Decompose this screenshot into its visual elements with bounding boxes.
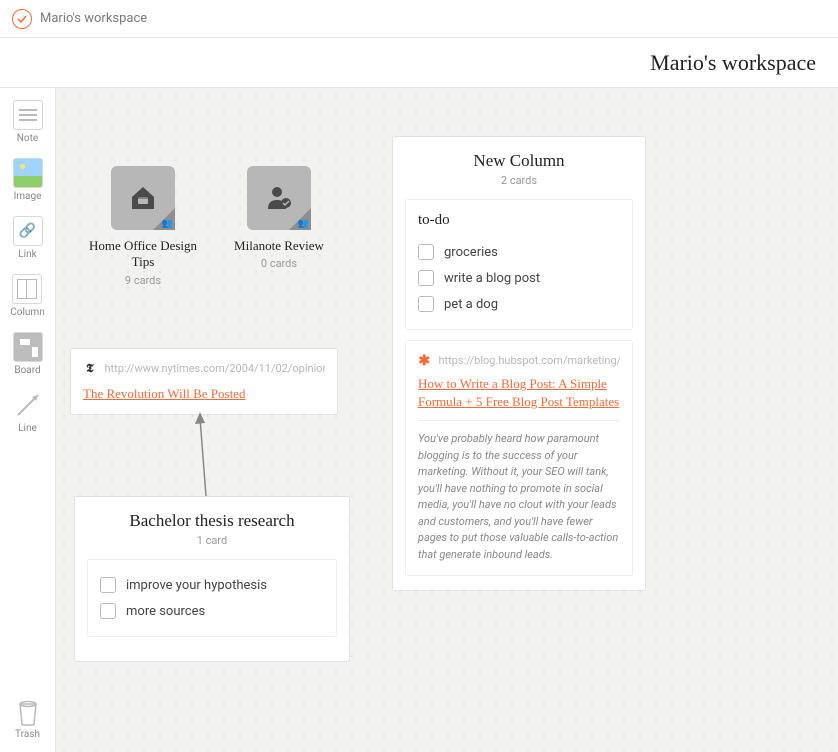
board-card-count: 0 cards xyxy=(224,257,334,270)
todo-text: write a blog post xyxy=(444,271,540,286)
trash-icon xyxy=(16,698,40,726)
todo-text: pet a dog xyxy=(444,297,498,312)
board-thumbnail: 👥 xyxy=(111,166,175,230)
todo-item[interactable]: pet a dog xyxy=(418,291,620,317)
todo-block: to-do groceries write a blog post pet a … xyxy=(405,199,633,330)
link-card-nyt[interactable]: 𝕿 http://www.nytimes.com/2004/11/02/opin… xyxy=(70,348,338,415)
board-title: Milanote Review xyxy=(224,238,334,254)
board-thumbnail: 👥 xyxy=(247,166,311,230)
link-title[interactable]: How to Write a Blog Post: A Simple Formu… xyxy=(418,375,620,410)
todo-text: improve your hypothesis xyxy=(126,578,267,593)
tool-label: Link xyxy=(18,249,36,260)
board-icon xyxy=(13,332,43,362)
canvas[interactable]: 👥 Home Office Design Tips 9 cards 👥 Mila… xyxy=(56,88,838,752)
connector-arrow xyxy=(186,410,216,500)
column-card-count: 2 cards xyxy=(393,174,645,187)
divider xyxy=(418,420,620,421)
column-title: Bachelor thesis research xyxy=(75,511,349,531)
checkbox[interactable] xyxy=(100,603,116,619)
link-card-hubspot[interactable]: ✱ https://blog.hubspot.com/marketing/how… xyxy=(405,340,633,576)
link-excerpt: You've probably heard how paramount blog… xyxy=(418,431,620,563)
tool-column[interactable]: Column xyxy=(10,274,44,318)
todo-heading: to-do xyxy=(418,212,620,229)
tool-line[interactable]: Line xyxy=(13,390,43,434)
top-bar: Mario's workspace xyxy=(0,0,838,38)
checkbox[interactable] xyxy=(418,296,434,312)
tool-sidebar: Note Image 🔗 Link Column Board Line xyxy=(0,88,56,752)
checkbox[interactable] xyxy=(418,244,434,260)
checkbox[interactable] xyxy=(418,270,434,286)
todo-text: more sources xyxy=(126,604,205,619)
todo-text: groceries xyxy=(444,245,498,260)
tool-board[interactable]: Board xyxy=(13,332,43,376)
shared-icon: 👥 xyxy=(298,219,309,229)
column-new[interactable]: New Column 2 cards to-do groceries write… xyxy=(392,136,646,591)
column-thesis[interactable]: Bachelor thesis research 1 card improve … xyxy=(74,496,350,662)
hubspot-favicon-icon: ✱ xyxy=(418,353,431,367)
tool-label: Column xyxy=(10,307,44,318)
todo-block: improve your hypothesis more sources xyxy=(87,559,337,637)
board-card-count: 9 cards xyxy=(88,274,198,287)
line-icon xyxy=(13,390,43,420)
tool-label: Board xyxy=(14,365,40,376)
tool-trash[interactable]: Trash xyxy=(15,698,40,740)
image-icon xyxy=(13,158,43,188)
link-url: http://www.nytimes.com/2004/11/02/opinio… xyxy=(105,362,326,375)
column-title: New Column xyxy=(393,151,645,171)
board-tile-milanote-review[interactable]: 👥 Milanote Review 0 cards xyxy=(224,166,334,270)
tool-link[interactable]: 🔗 Link xyxy=(13,216,43,260)
tool-label: Image xyxy=(14,191,42,202)
link-url: https://blog.hubspot.com/marketing/how xyxy=(439,354,621,367)
link-icon: 🔗 xyxy=(13,216,43,246)
todo-item[interactable]: improve your hypothesis xyxy=(100,572,324,598)
checkbox[interactable] xyxy=(100,577,116,593)
breadcrumb[interactable]: Mario's workspace xyxy=(40,11,147,26)
shared-icon: 👥 xyxy=(162,219,173,229)
board-title: Home Office Design Tips xyxy=(88,238,198,271)
board-tile-home-office[interactable]: 👥 Home Office Design Tips 9 cards xyxy=(88,166,198,287)
page-title: Mario's workspace xyxy=(650,50,816,76)
tool-label: Line xyxy=(18,423,37,434)
todo-item[interactable]: more sources xyxy=(100,598,324,624)
column-card-count: 1 card xyxy=(75,534,349,547)
app-logo-icon[interactable] xyxy=(12,9,32,29)
column-icon xyxy=(12,274,42,304)
link-title[interactable]: The Revolution Will Be Posted xyxy=(83,386,245,401)
tool-label: Trash xyxy=(15,729,40,740)
todo-item[interactable]: groceries xyxy=(418,239,620,265)
note-icon xyxy=(13,100,43,130)
nyt-favicon-icon: 𝕿 xyxy=(83,361,97,375)
tool-image[interactable]: Image xyxy=(13,158,43,202)
tool-note[interactable]: Note xyxy=(13,100,43,144)
todo-item[interactable]: write a blog post xyxy=(418,265,620,291)
tool-label: Note xyxy=(17,133,38,144)
page-header: Mario's workspace xyxy=(0,38,838,88)
